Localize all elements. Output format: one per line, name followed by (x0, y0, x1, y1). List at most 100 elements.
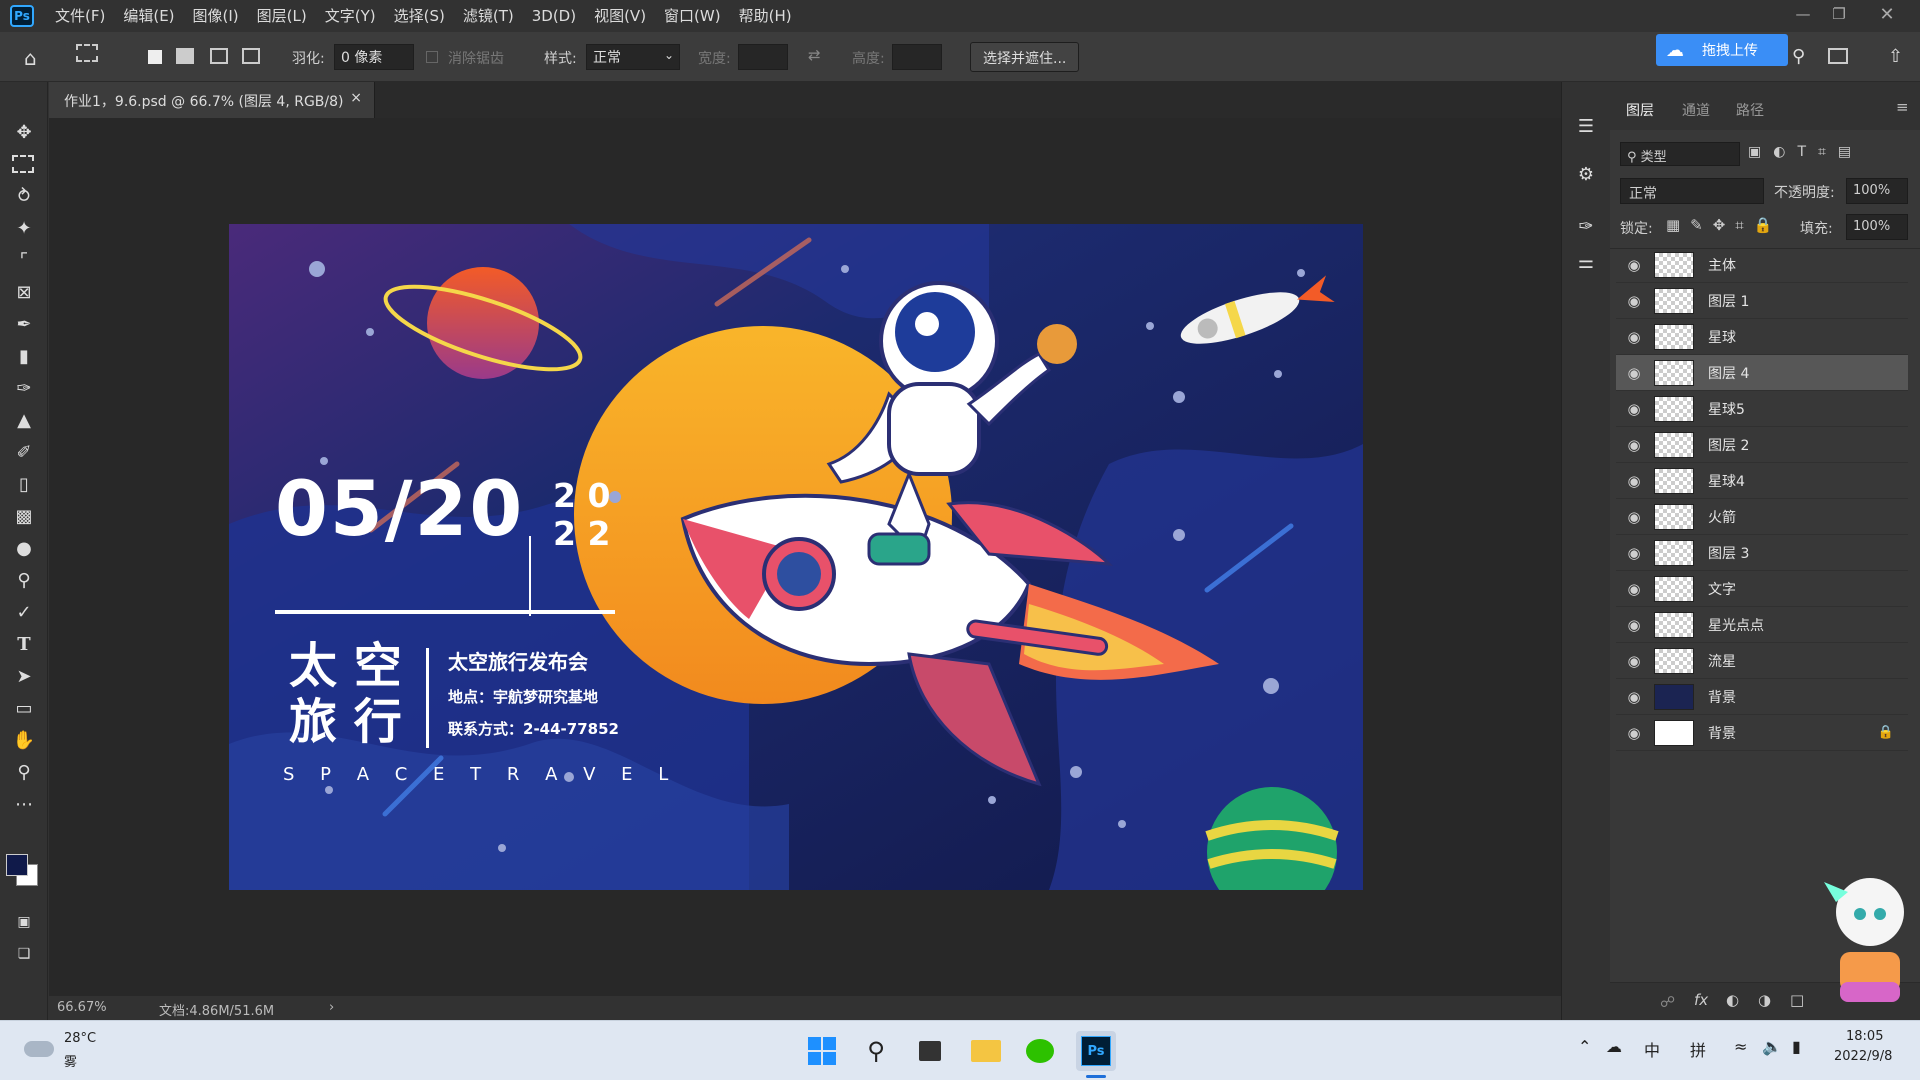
frame-tool-icon[interactable]: ⊠ (12, 280, 36, 304)
pen-tool-icon[interactable]: ✓ (12, 600, 36, 624)
wechat-icon[interactable] (1020, 1031, 1060, 1071)
healing-brush-icon[interactable]: ▮ (12, 344, 36, 368)
feather-input[interactable]: 0 像素 (334, 44, 414, 70)
close-tab-icon[interactable]: × (350, 90, 362, 106)
properties-panel-icon[interactable]: ⚙ (1574, 162, 1598, 186)
share-icon[interactable]: ⇧ (1888, 46, 1903, 67)
layer-row[interactable]: ◉ 流星 (1616, 643, 1908, 679)
eye-icon[interactable]: ◉ (1616, 652, 1652, 670)
photoshop-taskbar-icon[interactable]: Ps (1076, 1031, 1116, 1071)
restore-icon[interactable]: ❐ (1822, 0, 1856, 28)
menu-image[interactable]: 图像(I) (184, 0, 248, 32)
eye-icon[interactable]: ◉ (1616, 292, 1652, 310)
blend-mode-select[interactable]: 正常 (1620, 178, 1764, 204)
add-selection-icon[interactable] (176, 48, 194, 64)
fx-icon[interactable]: fx (1694, 991, 1708, 1009)
eye-icon[interactable]: ◉ (1616, 256, 1652, 274)
eyedropper-tool-icon[interactable]: ✒ (12, 312, 36, 336)
tab-layers[interactable]: 图层 (1626, 100, 1654, 120)
folder-icon[interactable]: □ (1790, 991, 1804, 1009)
adjustments-panel-icon[interactable]: ⚌ (1574, 250, 1598, 274)
eye-icon[interactable]: ◉ (1616, 544, 1652, 562)
layer-row[interactable]: ◉ 星球5 (1616, 391, 1908, 427)
ime-lang[interactable]: 中 (1644, 1037, 1660, 1061)
onedrive-icon[interactable]: ☁ (1606, 1037, 1622, 1056)
stamp-tool-icon[interactable]: ▲ (12, 408, 36, 432)
start-icon[interactable] (802, 1031, 842, 1071)
layer-row[interactable]: ◉ 火箭 (1616, 499, 1908, 535)
menu-select[interactable]: 选择(S) (385, 0, 454, 32)
home-icon[interactable]: ⌂ (24, 46, 37, 70)
lasso-tool-icon[interactable]: ⥁ (12, 184, 36, 208)
menu-3d[interactable]: 3D(D) (523, 0, 585, 32)
eye-icon[interactable]: ◉ (1616, 508, 1652, 526)
layer-row[interactable]: ◉ 背景 (1616, 679, 1908, 715)
eye-icon[interactable]: ◉ (1616, 328, 1652, 346)
width-input[interactable] (738, 44, 788, 70)
quick-mask-icon[interactable]: ▣ (12, 910, 36, 934)
task-view-icon[interactable] (910, 1031, 950, 1071)
menu-edit[interactable]: 编辑(E) (114, 0, 183, 32)
select-and-mask-button[interactable]: 选择并遮住... (970, 42, 1080, 72)
search-icon[interactable]: ⚲ (1792, 46, 1805, 67)
layer-row-selected[interactable]: ◉ 图层 4 (1616, 355, 1908, 391)
opacity-input[interactable]: 100% (1846, 178, 1908, 204)
menu-view[interactable]: 视图(V) (585, 0, 655, 32)
eye-icon[interactable]: ◉ (1616, 724, 1652, 742)
fill-input[interactable]: 100% (1846, 214, 1908, 240)
blur-tool-icon[interactable]: ● (12, 536, 36, 560)
subtract-selection-icon[interactable] (210, 48, 228, 64)
menu-window[interactable]: 窗口(W) (655, 0, 730, 32)
clock-time[interactable]: 18:05 (1846, 1029, 1883, 1044)
dodge-tool-icon[interactable]: ⚲ (12, 568, 36, 592)
eye-icon[interactable]: ◉ (1616, 400, 1652, 418)
close-icon[interactable]: ✕ (1870, 0, 1904, 28)
swap-icon[interactable]: ⇄ (808, 46, 821, 64)
layer-row[interactable]: ◉ 星光点点 (1616, 607, 1908, 643)
eye-icon[interactable]: ◉ (1616, 688, 1652, 706)
layer-row[interactable]: ◉ 图层 2 (1616, 427, 1908, 463)
menu-help[interactable]: 帮助(H) (730, 0, 801, 32)
lock-icons[interactable]: ▦✎✥⌗🔒 (1666, 216, 1782, 234)
gradient-tool-icon[interactable]: ▩ (12, 504, 36, 528)
move-tool-icon[interactable]: ✥ (12, 120, 36, 144)
quick-select-tool-icon[interactable]: ✦ (12, 216, 36, 240)
volume-icon[interactable]: 🔈 (1762, 1037, 1782, 1056)
marquee-tool-icon[interactable] (12, 155, 34, 173)
layer-filter-select[interactable]: ⚲ 类型 (1620, 142, 1740, 166)
foreground-color-swatch[interactable] (6, 854, 28, 876)
weather-icon[interactable] (24, 1041, 54, 1057)
brush-panel-icon[interactable]: ✑ (1574, 214, 1598, 238)
weather-temp[interactable]: 28°C (64, 1031, 96, 1046)
eye-icon[interactable]: ◉ (1616, 580, 1652, 598)
eye-icon[interactable]: ◉ (1616, 472, 1652, 490)
screen-mode-icon[interactable]: ❏ (12, 942, 36, 966)
document-tab[interactable]: 作业1，9.6.psd @ 66.7% (图层 4, RGB/8) × (49, 82, 375, 118)
layer-row[interactable]: ◉ 星球4 (1616, 463, 1908, 499)
file-explorer-icon[interactable] (966, 1031, 1006, 1071)
layer-row[interactable]: ◉ 主体 (1616, 247, 1908, 283)
tab-paths[interactable]: 路径 (1736, 100, 1764, 120)
intersect-selection-icon[interactable] (242, 48, 260, 64)
path-select-tool-icon[interactable]: ➤ (12, 664, 36, 688)
chevron-right-icon[interactable]: › (329, 1000, 334, 1015)
more-tools-icon[interactable]: ⋯ (12, 792, 36, 816)
mask-icon[interactable]: ◐ (1726, 991, 1739, 1009)
brush-tool-icon[interactable]: ✑ (12, 376, 36, 400)
workspace-icon[interactable] (1828, 48, 1848, 64)
height-input[interactable] (892, 44, 942, 70)
rect-marquee-icon[interactable] (76, 44, 98, 62)
layer-row[interactable]: ◉ 文字 (1616, 571, 1908, 607)
new-selection-icon[interactable] (148, 50, 162, 64)
filter-icons[interactable]: ▣◐T⌗▤ (1748, 144, 1863, 160)
crop-tool-icon[interactable]: ⌜ (12, 248, 36, 272)
minimize-icon[interactable]: — (1786, 0, 1820, 28)
eye-icon[interactable]: ◉ (1616, 436, 1652, 454)
eraser-tool-icon[interactable]: ▯ (12, 472, 36, 496)
layer-row[interactable]: ◉ 星球 (1616, 319, 1908, 355)
eye-icon[interactable]: ◉ (1616, 616, 1652, 634)
clock-date[interactable]: 2022/9/8 (1834, 1049, 1892, 1064)
menu-filter[interactable]: 滤镜(T) (454, 0, 523, 32)
chevron-up-icon[interactable]: ⌃ (1578, 1037, 1591, 1056)
adjustment-layer-icon[interactable]: ◑ (1758, 991, 1771, 1009)
